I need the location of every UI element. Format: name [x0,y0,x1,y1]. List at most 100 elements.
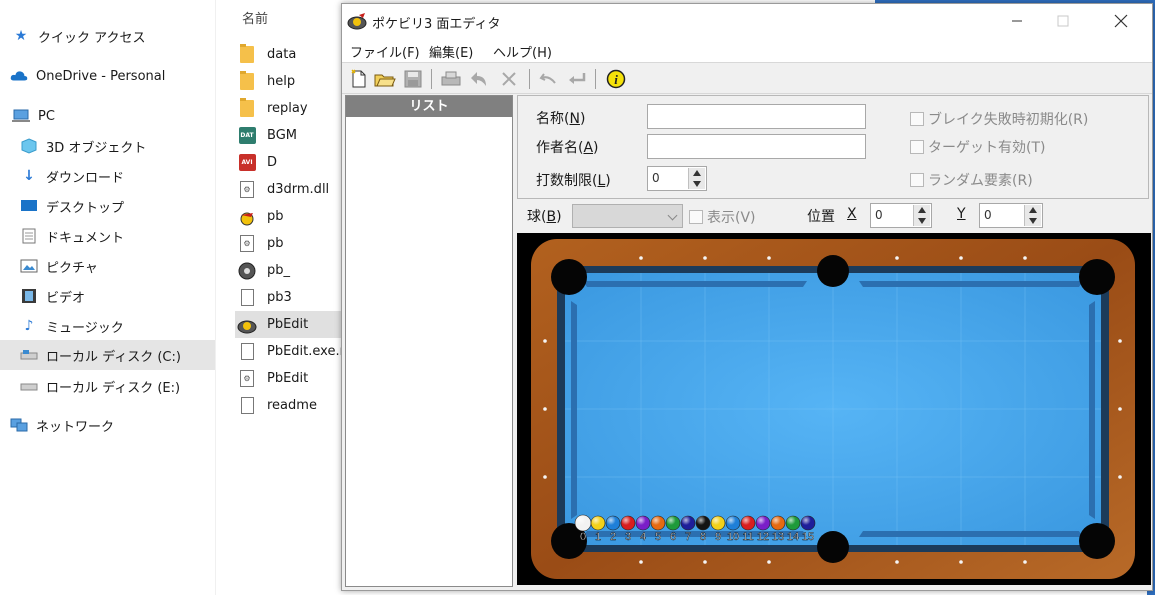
minimize-button[interactable] [994,4,1040,38]
x-stepper[interactable]: 0 [870,203,932,228]
checkbox-label: ターゲット有効(T) [928,140,1046,156]
nav-desktop[interactable]: デスクトップ [0,191,215,221]
file-name: pb3 [267,290,292,305]
file-row[interactable]: readme [237,392,347,419]
nav-drive-c[interactable]: ローカル ディスク (C:) [0,340,215,370]
properties-panel: 名称(N) 作者名(A) 打数制限(L) 0 ブレイク失敗時初期化(R) ターゲ… [517,95,1149,199]
file-name: pb [267,209,284,224]
nav-documents[interactable]: ドキュメント [0,221,215,251]
new-button[interactable] [347,68,371,90]
file-name: pb_ [267,263,291,278]
spin-arrows-icon[interactable] [688,168,705,189]
undo-arrow-button[interactable] [467,68,491,90]
file-row[interactable]: DAT BGM [237,122,347,149]
file-row[interactable]: ⚙ d3drm.dll [237,176,347,203]
delete-button[interactable] [497,68,521,90]
maximize-button[interactable] [1040,4,1086,38]
menu-file[interactable]: ファイル(F) [350,42,420,61]
title-bar[interactable]: ポケビリ3 面エディタ [342,4,1152,38]
ball-label: 球(B) [527,209,562,225]
nav-music[interactable]: ♪ ミュージック [0,311,215,341]
shot-limit-value: 0 [652,171,660,185]
name-field[interactable] [647,104,866,129]
dat-file-icon: DAT [237,126,257,146]
checkbox-box[interactable] [910,173,924,187]
file-row[interactable]: pb [237,203,347,230]
close-button[interactable] [1098,4,1144,38]
folder-icon [237,71,257,92]
nav-downloads[interactable]: ↓ ダウンロード [0,161,215,191]
stage-list[interactable]: リスト [345,95,513,587]
ball-number-label: 6 [670,531,676,543]
print-button[interactable] [439,68,463,90]
file-row[interactable]: PbEdit.exe.m [237,338,347,365]
shot-limit-stepper[interactable]: 0 [647,166,707,191]
break-reset-checkbox[interactable]: ブレイク失敗時初期化(R) [910,109,1088,129]
nav-label: 3D オブジェクト [46,140,147,156]
checkbox-box[interactable] [910,112,924,126]
nav-videos[interactable]: ビデオ [0,281,215,311]
random-element-checkbox[interactable]: ランダム要素(R) [910,170,1033,190]
file-row[interactable]: replay [237,95,347,122]
file-row[interactable]: ⚙ PbEdit [237,365,347,392]
nav-label: ダウンロード [46,170,125,186]
y-stepper[interactable]: 0 [979,203,1043,228]
file-row[interactable]: ⚙ pb [237,230,347,257]
nav-label: PC [38,108,55,124]
position-label: 位置 [807,209,835,225]
ball-number-label: 3 [625,531,631,543]
curved-arrow-icon [471,72,486,86]
file-name: D [267,155,278,170]
document-icon [20,227,38,245]
x-value: 0 [875,208,883,222]
document-icon [237,342,257,362]
name-label: 名称(N) [536,111,586,127]
nav-drive-e[interactable]: ローカル ディスク (E:) [0,371,215,401]
file-row[interactable]: pb3 [237,284,347,311]
target-enabled-checkbox[interactable]: ターゲット有効(T) [910,137,1045,157]
open-button[interactable] [373,68,397,90]
spin-arrows-icon[interactable] [913,205,930,226]
checkbox-box[interactable] [910,140,924,154]
nav-pc[interactable]: PC [0,101,215,131]
nav-label: ビデオ [46,290,86,306]
save-button[interactable] [401,68,425,90]
nav-quick-access[interactable]: ★ クイック アクセス [0,21,215,51]
name-column-header[interactable]: 名前 [242,8,268,27]
enter-button[interactable] [565,68,589,90]
disc-icon [237,261,257,281]
ball-number-label: 13 [772,531,784,543]
shot-limit-label: 打数制限(L) [536,173,611,189]
file-row[interactable]: AVI D [237,149,347,176]
file-row[interactable]: help [237,68,347,95]
y-label: Y [957,206,966,222]
enter-icon [569,73,586,84]
file-name: help [267,74,296,89]
ball-number-label: 5 [655,531,661,543]
ball-select[interactable] [572,204,683,228]
checkbox-box[interactable] [689,210,703,224]
nav-label: ピクチャ [46,260,98,276]
show-checkbox[interactable]: 表示(V) [689,207,756,227]
list-header: リスト [346,96,512,117]
nav-3d-objects[interactable]: 3D オブジェクト [0,131,215,161]
nav-network[interactable]: ネットワーク [0,410,215,440]
checkbox-label: ランダム要素(R) [928,173,1033,189]
undo-icon [539,73,556,84]
ball-number-label: 9 [715,531,721,543]
file-row[interactable]: pb_ [237,257,347,284]
nav-onedrive[interactable]: OneDrive - Personal [0,61,215,91]
menu-edit[interactable]: 編集(E) [429,42,473,61]
file-row-selected[interactable]: PbEdit [235,311,345,338]
toolbar: i [342,62,1152,94]
file-row[interactable]: data [237,41,347,68]
nav-pictures[interactable]: ピクチャ [0,251,215,281]
spin-arrows-icon[interactable] [1024,205,1041,226]
pool-table-canvas[interactable]: 0 1 2 3 4 5 6 7 8 9 10 11 12 13 14 15 [517,233,1151,585]
menu-help[interactable]: ヘルプ(H) [493,42,552,61]
undo-button[interactable] [537,68,561,90]
checkbox-label: ブレイク失敗時初期化(R) [928,112,1089,128]
author-field[interactable] [647,134,866,159]
nav-label: ネットワーク [36,419,115,435]
info-button[interactable]: i [604,68,628,90]
